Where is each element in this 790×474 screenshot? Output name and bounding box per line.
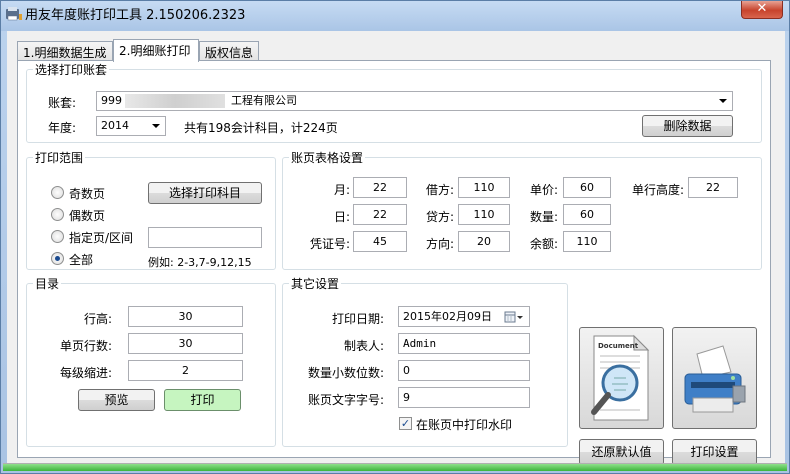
- year-value: 2014: [101, 119, 129, 132]
- font-size-input[interactable]: 9: [398, 387, 530, 408]
- direction-label: 方向:: [425, 237, 454, 251]
- debit-label: 借方:: [425, 183, 454, 197]
- radio-page-range[interactable]: [51, 230, 64, 243]
- progress-bar: [3, 463, 787, 471]
- print-button[interactable]: 打印: [164, 389, 241, 411]
- other-settings-legend: 其它设置: [291, 277, 340, 291]
- quantity-label: 数量:: [529, 210, 558, 224]
- page-range-label: 指定页/区间: [69, 231, 134, 245]
- radio-all-pages[interactable]: [51, 252, 64, 265]
- account-prefix: 999: [101, 94, 122, 107]
- account-set-legend: 选择打印账套: [35, 63, 108, 77]
- select-subject-button[interactable]: 选择打印科目: [148, 182, 262, 204]
- preview-button[interactable]: 预览: [78, 389, 155, 411]
- all-pages-label: 全部: [69, 253, 94, 267]
- chevron-down-icon: [719, 99, 727, 103]
- odd-pages-label: 奇数页: [69, 187, 106, 201]
- qty-decimals-label: 数量小数位数:: [307, 366, 384, 380]
- toc-legend: 目录: [35, 277, 60, 291]
- toc-rows-per-page-label: 单页行数:: [59, 339, 112, 353]
- toc-row-height-label: 行高:: [83, 312, 112, 326]
- ledger-settings-legend: 账页表格设置: [291, 151, 364, 165]
- radio-even-pages[interactable]: [51, 208, 64, 221]
- toc-indent-label: 每级缩进:: [59, 366, 112, 380]
- close-button[interactable]: ✕: [741, 1, 783, 19]
- title-bar[interactable]: 用友年度账打印工具 2.150206.2323 ✕: [1, 1, 789, 31]
- print-settings-button[interactable]: 打印设置: [672, 439, 757, 465]
- year-select[interactable]: 2014: [96, 116, 166, 136]
- balance-label: 余额:: [529, 237, 558, 251]
- account-summary: 共有198会计科目，计224页: [184, 121, 338, 135]
- row-height-label: 单行高度:: [631, 183, 684, 197]
- range-example: 例如: 2-3,7-9,12,15: [148, 256, 252, 269]
- credit-width-input[interactable]: 110: [458, 204, 510, 225]
- document-caption: Document: [598, 342, 639, 350]
- radio-odd-pages[interactable]: [51, 186, 64, 199]
- print-date-label: 打印日期:: [331, 312, 384, 326]
- even-pages-label: 偶数页: [69, 209, 106, 223]
- month-width-input[interactable]: 22: [353, 177, 407, 198]
- calendar-icon[interactable]: [504, 310, 524, 324]
- app-icon: [6, 7, 22, 21]
- month-label: 月:: [333, 183, 350, 197]
- font-size-label: 账页文字字号:: [307, 393, 384, 407]
- balance-width-input[interactable]: 110: [563, 231, 611, 252]
- account-label: 账套:: [48, 96, 77, 110]
- tab-copyright[interactable]: 版权信息: [199, 41, 259, 61]
- document-view-button[interactable]: Document: [579, 327, 664, 429]
- qty-decimals-input[interactable]: 0: [398, 360, 530, 381]
- unit-price-width-input[interactable]: 60: [563, 177, 611, 198]
- account-select[interactable]: 999 工程有限公司: [96, 91, 733, 111]
- page-range-input[interactable]: [148, 227, 262, 248]
- voucher-width-input[interactable]: 45: [353, 231, 407, 252]
- day-label: 日:: [333, 210, 350, 224]
- year-label: 年度:: [48, 121, 77, 135]
- toc-row-height-input[interactable]: 30: [128, 306, 243, 327]
- row-height-input[interactable]: 22: [688, 177, 738, 198]
- main-window: 用友年度账打印工具 2.150206.2323 ✕ 1.明细数据生成 2.明细账…: [0, 0, 790, 474]
- client-area: 1.明细数据生成 2.明细账打印 版权信息 选择打印账套 账套: 999 工程有…: [7, 31, 785, 465]
- delete-data-button[interactable]: 删除数据: [642, 115, 733, 137]
- document-magnifier-icon: Document: [591, 334, 650, 421]
- voucher-label: 凭证号:: [309, 237, 350, 251]
- tab-ledger-print[interactable]: 2.明细账打印: [113, 39, 199, 62]
- window-title: 用友年度账打印工具 2.150206.2323: [25, 8, 246, 23]
- print-range-group: 打印范围: [26, 149, 276, 270]
- creator-label: 制表人:: [343, 339, 384, 353]
- print-date-picker[interactable]: 2015年02月09日: [398, 306, 530, 327]
- toc-indent-input[interactable]: 2: [128, 360, 243, 381]
- unit-price-label: 单价:: [529, 183, 558, 197]
- creator-input[interactable]: Admin: [398, 333, 530, 354]
- print-date-value: 2015年02月09日: [403, 310, 492, 323]
- watermark-checkbox[interactable]: ✓: [399, 417, 412, 430]
- day-width-input[interactable]: 22: [353, 204, 407, 225]
- debit-width-input[interactable]: 110: [458, 177, 510, 198]
- tab-data-generation[interactable]: 1.明细数据生成: [17, 41, 113, 61]
- tab-panel: 选择打印账套 账套: 999 工程有限公司 年度: 2014 共有198会计科目…: [17, 60, 771, 465]
- watermark-label: 在账页中打印水印: [416, 418, 513, 432]
- credit-label: 贷方:: [425, 210, 454, 224]
- chevron-down-icon: [152, 124, 160, 128]
- restore-defaults-button[interactable]: 还原默认值: [579, 439, 664, 465]
- quantity-width-input[interactable]: 60: [563, 204, 611, 225]
- account-suffix: 工程有限公司: [231, 94, 297, 107]
- redacted-block: [125, 94, 225, 108]
- toc-rows-per-page-input[interactable]: 30: [128, 333, 243, 354]
- printer-button[interactable]: [672, 327, 757, 429]
- print-range-legend: 打印范围: [35, 151, 84, 165]
- printer-icon: [684, 345, 746, 413]
- direction-width-input[interactable]: 20: [458, 231, 510, 252]
